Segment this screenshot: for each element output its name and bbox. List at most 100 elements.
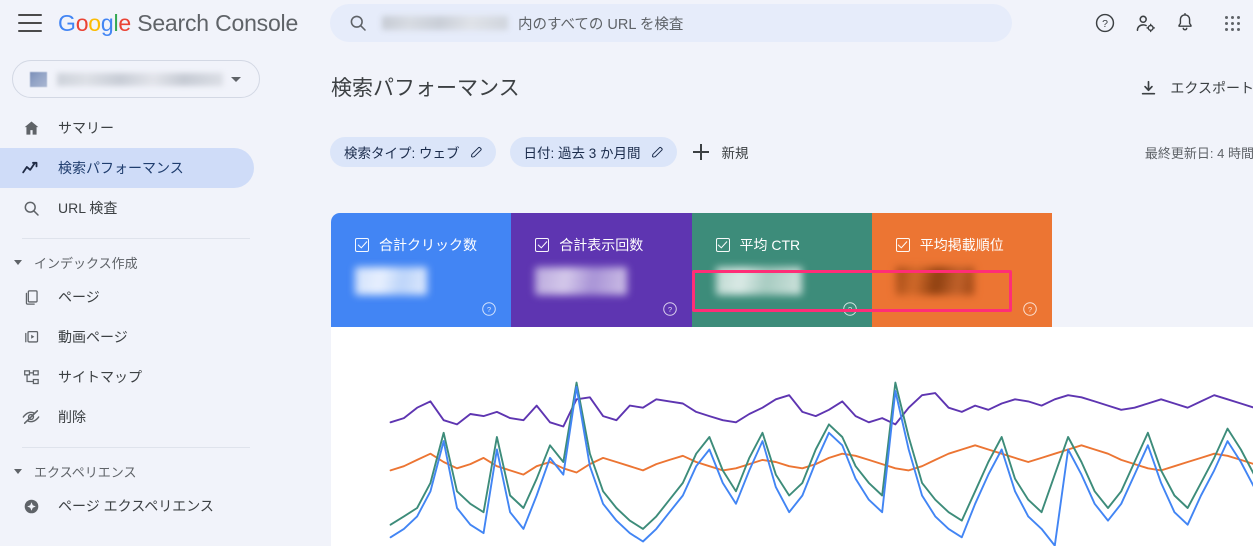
- page-title: 検索パフォーマンス: [331, 77, 520, 100]
- sidebar-item-sitemaps[interactable]: サイトマップ: [0, 357, 254, 397]
- sidebar-group-indexing[interactable]: インデックス作成: [0, 247, 272, 277]
- property-selector[interactable]: [12, 60, 260, 98]
- google-wordmark: Google: [58, 9, 131, 36]
- pencil-icon: [470, 146, 482, 158]
- help-icon[interactable]: ?: [481, 301, 497, 317]
- brand-logo: Google Search Console: [58, 10, 298, 37]
- home-icon: [20, 117, 42, 139]
- top-bar-icons: ?: [1085, 0, 1245, 46]
- sitemap-icon: [20, 366, 42, 388]
- performance-line-chart[interactable]: [331, 327, 1253, 546]
- export-button[interactable]: エクスポート: [1139, 78, 1253, 98]
- performance-panel: 合計クリック数 ? 合計表示回数 ? 平均 CTR ? 平均掲載順位 ?: [331, 213, 1253, 546]
- product-name: Search Console: [137, 9, 299, 36]
- help-icon[interactable]: ?: [1022, 301, 1038, 317]
- apps-grid-icon[interactable]: [1205, 3, 1245, 43]
- filter-chip-label: 検索タイプ: ウェブ: [344, 146, 460, 161]
- chevron-down-icon: [14, 468, 22, 474]
- sidebar-item-page-experience[interactable]: ページ エクスペリエンス: [0, 486, 254, 526]
- metric-card-total-clicks[interactable]: 合計クリック数 ?: [331, 213, 512, 327]
- sidebar-group-label: エクスペリエンス: [34, 464, 137, 480]
- sidebar-divider: [22, 238, 250, 239]
- user-settings-icon[interactable]: [1125, 3, 1165, 43]
- sidebar-item-video-pages[interactable]: 動画ページ: [0, 317, 254, 357]
- notifications-bell-icon[interactable]: [1165, 3, 1205, 43]
- svg-text:?: ?: [848, 305, 852, 314]
- sidebar-item-label: サイトマップ: [58, 369, 142, 385]
- filter-chip-date[interactable]: 日付: 過去 3 か月間: [509, 137, 677, 167]
- metric-card-average-position[interactable]: 平均掲載順位 ?: [871, 213, 1052, 327]
- svg-text:?: ?: [487, 305, 491, 314]
- filter-chips: 検索タイプ: ウェブ 日付: 過去 3 か月間 新規: [330, 137, 749, 167]
- metric-value-masked: [715, 267, 802, 295]
- metric-card-label: 合計クリック数: [379, 237, 477, 253]
- chevron-down-icon: [231, 76, 241, 82]
- video-page-icon: [20, 326, 42, 348]
- filter-chip-search-type[interactable]: 検索タイプ: ウェブ: [330, 137, 496, 167]
- hamburger-menu-icon[interactable]: [18, 14, 42, 32]
- search-placeholder: 内のすべての URL を検査: [518, 16, 684, 33]
- filter-chip-label: 日付: 過去 3 か月間: [523, 146, 641, 161]
- last-updated-text: 最終更新日: 4 時間: [1144, 146, 1253, 161]
- search-icon: [350, 15, 366, 31]
- chart-series-line: [391, 383, 1253, 529]
- sidebar-item-label: 削除: [58, 409, 86, 425]
- top-bar: Google Search Console 内のすべての URL を検査 ?: [0, 0, 1253, 46]
- property-favicon: [30, 71, 47, 87]
- chart-series-line: [391, 391, 1253, 427]
- search-console-app: Google Search Console 内のすべての URL を検査 ? サ…: [0, 0, 1253, 546]
- page-experience-icon: [20, 495, 42, 517]
- svg-text:?: ?: [667, 305, 671, 314]
- sidebar: サマリー 検索パフォーマンス URL 検査 インデックス作成 ページ 動画ページ…: [0, 46, 272, 546]
- masked-property-name: [382, 16, 508, 30]
- sidebar-group-label: インデックス作成: [34, 255, 138, 271]
- plus-icon: [692, 144, 709, 160]
- metric-card-label: 平均 CTR: [739, 237, 801, 253]
- add-filter-button[interactable]: 新規: [692, 142, 749, 162]
- sidebar-nav: サマリー 検索パフォーマンス URL 検査 インデックス作成 ページ 動画ページ…: [0, 108, 272, 526]
- help-icon[interactable]: ?: [1085, 3, 1125, 43]
- metric-checkbox[interactable]: [535, 238, 550, 252]
- performance-chart-panel: 2023/03/112023/03/222023/04/022023/04/13…: [331, 327, 1253, 546]
- sidebar-item-label: URL 検査: [58, 200, 118, 216]
- download-icon: [1142, 80, 1156, 95]
- metric-card-average-ctr[interactable]: 平均 CTR ?: [691, 213, 872, 327]
- trending-up-icon: [20, 157, 42, 179]
- metric-checkbox[interactable]: [715, 238, 730, 252]
- metric-value-masked: [895, 267, 974, 295]
- metric-cards: 合計クリック数 ? 合計表示回数 ? 平均 CTR ? 平均掲載順位 ?: [331, 213, 1052, 327]
- url-inspection-search-bar[interactable]: 内のすべての URL を検査: [330, 4, 1012, 42]
- sidebar-item-label: サマリー: [58, 120, 114, 136]
- sidebar-item-removals[interactable]: 削除: [0, 397, 254, 437]
- sidebar-group-experience[interactable]: エクスペリエンス: [0, 456, 272, 486]
- main-content: 検索パフォーマンス エクスポート 検索タイプ: ウェブ 日付: 過去 3 か月間: [272, 46, 1253, 546]
- chevron-down-icon: [14, 259, 22, 265]
- pencil-icon: [651, 146, 663, 158]
- eye-off-icon: [20, 406, 42, 428]
- metric-card-total-impressions[interactable]: 合計表示回数 ?: [511, 213, 692, 327]
- metric-checkbox[interactable]: [895, 238, 910, 252]
- sidebar-item-search-performance[interactable]: 検索パフォーマンス: [0, 148, 254, 188]
- sidebar-item-summary[interactable]: サマリー: [0, 108, 254, 148]
- svg-text:?: ?: [1102, 18, 1108, 30]
- metric-value-masked: [535, 267, 628, 295]
- metric-value-masked: [355, 267, 427, 295]
- sidebar-item-label: ページ エクスペリエンス: [58, 498, 214, 514]
- metric-checkbox[interactable]: [355, 238, 369, 252]
- metric-card-label: 平均掲載順位: [919, 237, 1004, 253]
- sidebar-item-label: 検索パフォーマンス: [58, 160, 184, 176]
- chart-series-line: [391, 387, 1253, 546]
- pages-icon: [20, 286, 42, 308]
- sidebar-item-url-inspection[interactable]: URL 検査: [0, 188, 254, 228]
- metric-card-label: 合計表示回数: [559, 237, 644, 253]
- sidebar-item-pages[interactable]: ページ: [0, 277, 254, 317]
- help-icon[interactable]: ?: [842, 301, 858, 317]
- sidebar-item-label: ページ: [58, 289, 100, 305]
- add-filter-label: 新規: [721, 146, 749, 161]
- help-icon[interactable]: ?: [662, 301, 678, 317]
- export-label: エクスポート: [1170, 80, 1253, 96]
- search-icon: [20, 197, 42, 219]
- svg-text:?: ?: [1028, 305, 1032, 314]
- masked-property-label: [57, 72, 223, 86]
- sidebar-divider: [22, 447, 250, 448]
